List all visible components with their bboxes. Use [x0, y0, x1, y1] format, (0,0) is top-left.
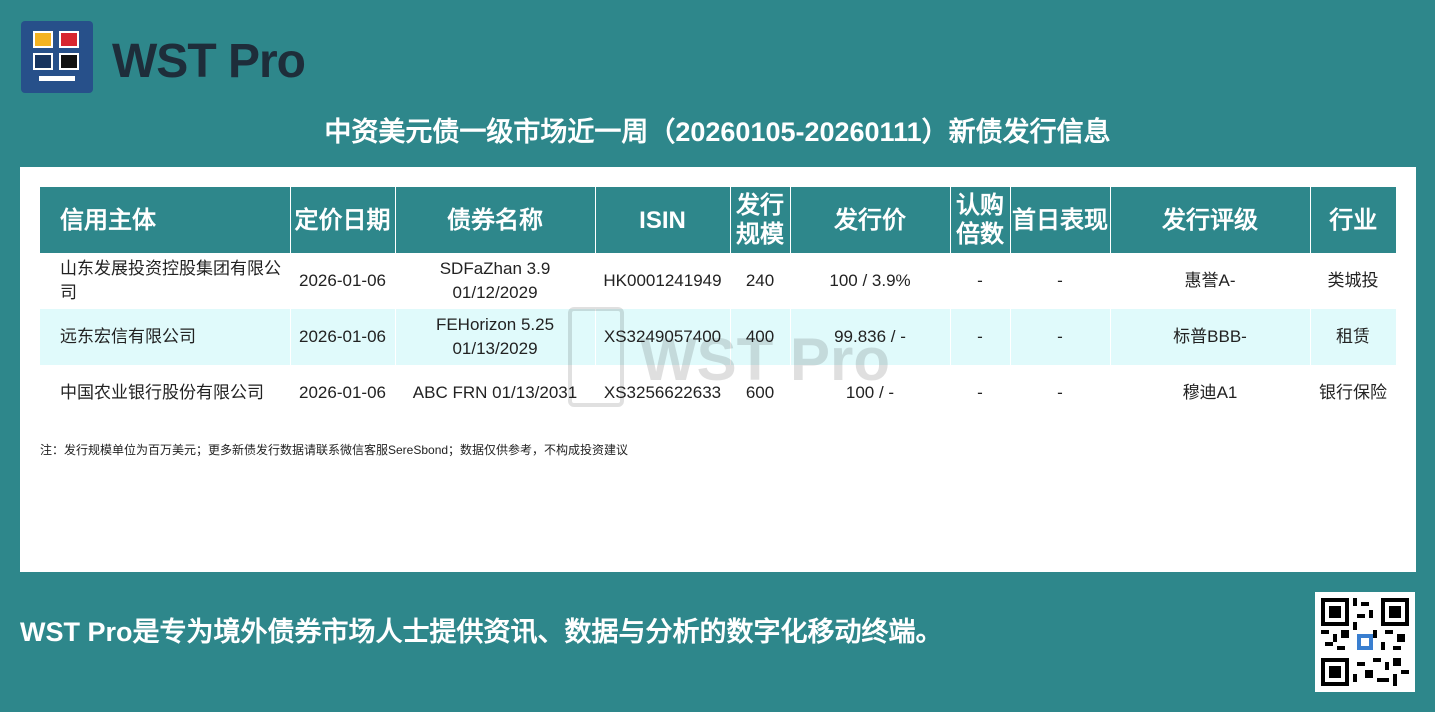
- cell-rating: 惠誉A-: [1110, 253, 1311, 309]
- table-header-row: 信用主体 定价日期 债券名称 ISIN 发行规模 发行价 认购倍数 首日表现 发…: [40, 187, 1396, 253]
- cell-first-day: -: [1010, 365, 1111, 421]
- table-row: 中国农业银行股份有限公司 2026-01-06 ABC FRN 01/13/20…: [40, 365, 1397, 421]
- cell-industry: 银行保险: [1310, 365, 1397, 421]
- table-row: 远东宏信有限公司 2026-01-06 FEHorizon 5.25 01/13…: [40, 309, 1397, 365]
- cell-issuer: 中国农业银行股份有限公司: [40, 365, 291, 421]
- col-header-issuer: 信用主体: [40, 187, 291, 253]
- col-header-rating: 发行评级: [1110, 187, 1311, 253]
- cell-price: 100 / -: [790, 365, 951, 421]
- cell-first-day: -: [1010, 253, 1111, 309]
- cell-isin: XS3249057400: [595, 309, 731, 365]
- cell-size: 400: [730, 309, 791, 365]
- col-header-pricing-date: 定价日期: [290, 187, 396, 253]
- cell-size: 600: [730, 365, 791, 421]
- cell-price: 99.836 / -: [790, 309, 951, 365]
- col-header-bond-name: 债券名称: [395, 187, 596, 253]
- cell-industry: 类城投: [1310, 253, 1397, 309]
- cell-rating: 穆迪A1: [1110, 365, 1311, 421]
- table-panel: 信用主体 定价日期 债券名称 ISIN 发行规模 发行价 认购倍数 首日表现 发…: [20, 167, 1416, 572]
- cell-bond-name: ABC FRN 01/13/2031: [395, 365, 596, 421]
- qr-code-icon: [1315, 592, 1415, 692]
- col-header-size: 发行规模: [730, 187, 791, 253]
- cell-first-day: -: [1010, 309, 1111, 365]
- cell-price: 100 / 3.9%: [790, 253, 951, 309]
- cell-subscription: -: [950, 253, 1011, 309]
- cell-issuer: 山东发展投资控股集团有限公司: [40, 253, 291, 309]
- col-header-subscription: 认购倍数: [950, 187, 1011, 253]
- cell-pricing-date: 2026-01-06: [290, 365, 396, 421]
- cell-bond-name: FEHorizon 5.25 01/13/2029: [395, 309, 596, 365]
- cell-pricing-date: 2026-01-06: [290, 309, 396, 365]
- cell-pricing-date: 2026-01-06: [290, 253, 396, 309]
- footer-tagline: WST Pro是专为境外债券市场人士提供资讯、数据与分析的数字化移动终端。: [20, 617, 943, 647]
- table-note: 注：发行规模单位为百万美元；更多新债发行数据请联系微信客服SereSbond；数…: [40, 443, 629, 457]
- cell-isin: HK0001241949: [595, 253, 731, 309]
- col-header-first-day: 首日表现: [1010, 187, 1111, 253]
- cell-subscription: -: [950, 309, 1011, 365]
- col-header-industry: 行业: [1310, 187, 1396, 253]
- brand-name: WST Pro: [112, 35, 306, 88]
- cell-issuer: 远东宏信有限公司: [40, 309, 291, 365]
- wst-logo-icon: [21, 21, 93, 93]
- cell-size: 240: [730, 253, 791, 309]
- cell-industry: 租赁: [1310, 309, 1397, 365]
- col-header-price: 发行价: [790, 187, 951, 253]
- cell-rating: 标普BBB-: [1110, 309, 1311, 365]
- page-title: 中资美元债一级市场近一周（20260105-20260111）新债发行信息: [324, 117, 1111, 147]
- col-header-isin: ISIN: [595, 187, 731, 253]
- cell-subscription: -: [950, 365, 1011, 421]
- cell-isin: XS3256622633: [595, 365, 731, 421]
- bond-table: 信用主体 定价日期 债券名称 ISIN 发行规模 发行价 认购倍数 首日表现 发…: [40, 187, 1397, 421]
- cell-bond-name: SDFaZhan 3.9 01/12/2029: [395, 253, 596, 309]
- table-row: 山东发展投资控股集团有限公司 2026-01-06 SDFaZhan 3.9 0…: [40, 253, 1397, 309]
